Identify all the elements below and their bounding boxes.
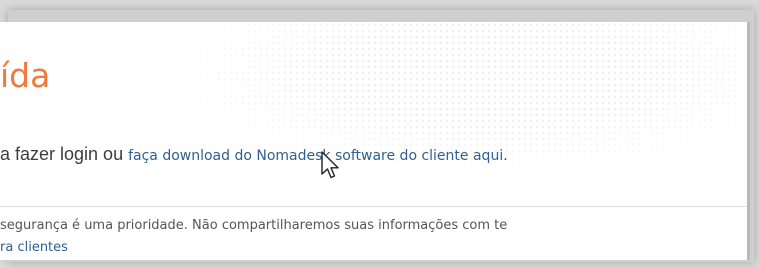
download-client-link[interactable]: faça download do Nomadesk software do cl… <box>128 148 503 164</box>
page-title: ída <box>0 56 51 95</box>
page-content: ída a fazer login ou faça download do No… <box>0 22 750 260</box>
login-instructions-text: a fazer login ou <box>0 144 129 164</box>
divider <box>0 206 747 207</box>
login-instructions: a fazer login ou faça download do Nomade… <box>0 144 508 165</box>
security-note: segurança é uma prioridade. Não comparti… <box>0 218 508 233</box>
clients-link[interactable]: ra clientes <box>0 240 68 255</box>
mouse-pointer-icon <box>321 151 339 179</box>
sentence-end: . <box>503 148 508 164</box>
